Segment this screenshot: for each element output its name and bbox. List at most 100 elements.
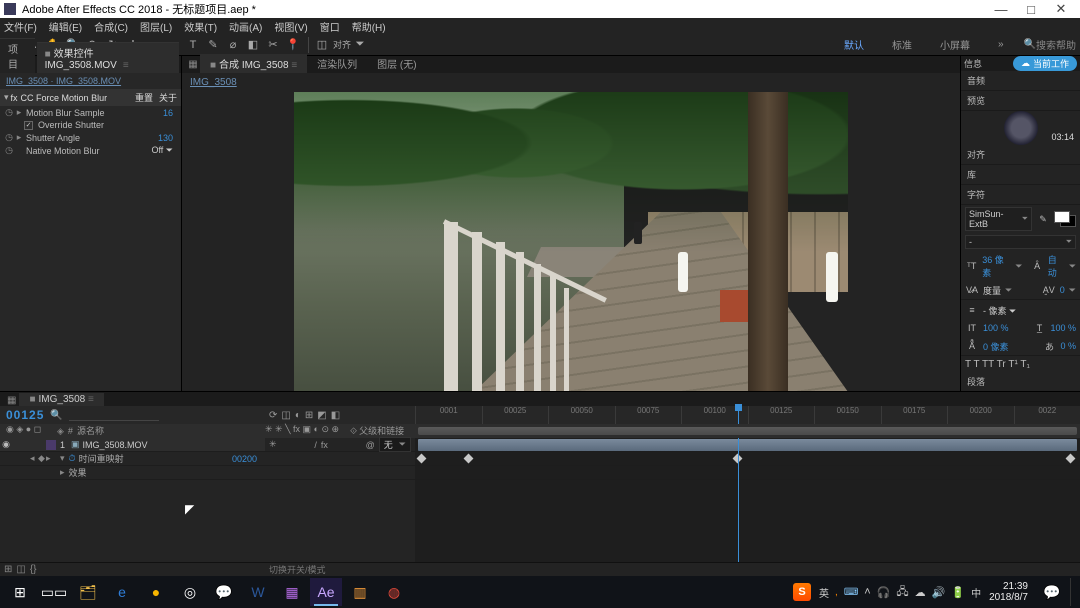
panel-icon[interactable]: ▦ bbox=[7, 395, 16, 406]
draft3d-icon[interactable]: ◩ bbox=[317, 410, 326, 421]
audio-label[interactable]: 音频 bbox=[961, 71, 1080, 91]
layer-search-input[interactable] bbox=[69, 410, 159, 421]
headphones-icon[interactable]: 🎧 bbox=[877, 586, 891, 599]
twirl-right-icon[interactable]: ▸ bbox=[14, 107, 24, 118]
menu-view[interactable]: 视图(V) bbox=[274, 19, 307, 34]
search-help-field[interactable]: 搜索帮助 bbox=[1036, 37, 1076, 52]
tracking-value[interactable]: 0 bbox=[1060, 285, 1065, 295]
leading-value[interactable]: 自动 bbox=[1048, 253, 1065, 279]
effect-controls-tab[interactable]: ■效果控件 IMG_3508.MOV≡ bbox=[37, 42, 179, 73]
stopwatch-icon[interactable]: ◷ bbox=[4, 132, 14, 143]
font-style-dropdown[interactable]: -⏷ bbox=[965, 235, 1076, 249]
panel-menu-icon[interactable]: ▦ bbox=[186, 59, 200, 73]
keyframe-icon[interactable] bbox=[1066, 454, 1076, 464]
volume-icon[interactable]: 🔊 bbox=[932, 586, 946, 599]
app3-icon[interactable]: ◍ bbox=[378, 578, 410, 606]
mbs-value[interactable]: 16 bbox=[163, 108, 173, 118]
taskbar-clock[interactable]: 21:39 2018/8/7 bbox=[989, 581, 1028, 603]
menu-help[interactable]: 帮助(H) bbox=[352, 19, 386, 34]
font-family-dropdown[interactable]: SimSun-ExtB⏷ bbox=[965, 207, 1032, 231]
snap-opts-icon[interactable]: ⏷ bbox=[351, 37, 369, 53]
graph-icon[interactable]: ⊞ bbox=[305, 410, 313, 421]
menu-edit[interactable]: 编辑(E) bbox=[49, 19, 82, 34]
ec-breadcrumb[interactable]: IMG_3508 · IMG_3508.MOV bbox=[0, 73, 181, 89]
time-ruler[interactable]: 0001000250005000075001000012500150001750… bbox=[415, 406, 1080, 424]
menu-window[interactable]: 窗口 bbox=[320, 19, 340, 34]
keyframe-icon[interactable] bbox=[417, 454, 427, 464]
layer-row[interactable]: ◉ 1 ▣ IMG_3508.MOV bbox=[0, 438, 265, 452]
source-name-header[interactable]: 源名称 bbox=[77, 426, 104, 436]
shutter-value[interactable]: 130 bbox=[158, 133, 173, 143]
motion-blur-icon[interactable]: ◐ bbox=[295, 410, 301, 421]
explorer-icon[interactable]: 🗂 bbox=[72, 578, 104, 606]
workspace-small[interactable]: 小屏幕 bbox=[940, 37, 970, 52]
preview-shuttle[interactable]: 03:14 bbox=[961, 111, 1080, 145]
app1-icon[interactable]: ● bbox=[140, 578, 172, 606]
workspace-default[interactable]: 默认 bbox=[844, 37, 864, 52]
pickwhip-icon[interactable]: @ bbox=[366, 440, 375, 450]
timeline-tab[interactable]: ■IMG_3508 ≡ bbox=[19, 393, 103, 406]
search-icon[interactable]: 🔍 bbox=[50, 410, 62, 421]
baseline-value[interactable]: 0 像素 bbox=[983, 340, 1009, 353]
kerning-value[interactable]: 度量 bbox=[983, 284, 1001, 297]
menu-anim[interactable]: 动画(A) bbox=[229, 19, 262, 34]
toggle-modes-icon[interactable]: ◫ bbox=[16, 564, 25, 575]
text-options[interactable]: T T TT Tr T¹ T₁ bbox=[961, 355, 1080, 372]
sogou-ime-icon[interactable]: S bbox=[793, 583, 811, 601]
comp-tab[interactable]: ■合成 IMG_3508 ≡ bbox=[200, 54, 307, 73]
info-label[interactable]: 信息 bbox=[964, 57, 982, 70]
time-remap-value[interactable]: 00200 bbox=[232, 454, 257, 464]
action-center-icon[interactable]: 💬 bbox=[1036, 578, 1068, 606]
effects-row[interactable]: ▸ 效果 bbox=[0, 466, 265, 480]
twirl-right-icon[interactable]: ▸ bbox=[14, 132, 24, 143]
add-key-icon[interactable]: ◆ bbox=[38, 453, 46, 464]
ime-indicator[interactable]: 中 bbox=[971, 585, 981, 600]
roto-tool-icon[interactable]: ✂ bbox=[264, 37, 282, 53]
library-label[interactable]: 库 bbox=[961, 165, 1080, 185]
toggle-in-out-icon[interactable]: {} bbox=[30, 564, 37, 575]
time-remap-row[interactable]: ◂ ◆ ▸ ▾ ⏱ 时间重映射 00200 bbox=[0, 452, 265, 466]
project-tab[interactable]: 项目 bbox=[0, 38, 35, 73]
onedrive-icon[interactable]: ☁ bbox=[915, 586, 926, 599]
twirl-down-icon[interactable]: ▾ bbox=[4, 92, 9, 103]
current-time-display[interactable]: 00125 bbox=[6, 408, 44, 422]
stopwatch-icon[interactable]: ◷ bbox=[4, 145, 14, 156]
eraser-tool-icon[interactable]: ◧ bbox=[244, 37, 262, 53]
search-icon[interactable]: 🔍 bbox=[1024, 39, 1036, 50]
aftereffects-icon[interactable]: Ae bbox=[310, 578, 342, 606]
workspace-standard[interactable]: 标准 bbox=[892, 37, 912, 52]
tray-overflow-icon[interactable]: ˄ bbox=[864, 586, 870, 598]
override-checkbox[interactable]: ✓ bbox=[24, 121, 33, 130]
stopwatch-icon[interactable]: ◷ bbox=[4, 107, 14, 118]
paragraph-label[interactable]: 段落 bbox=[961, 372, 1080, 392]
render-queue-tab[interactable]: 渲染队列 bbox=[307, 54, 367, 73]
parent-header[interactable]: 父级和链接 bbox=[359, 426, 404, 436]
layer-tab[interactable]: 图层 (无) bbox=[367, 54, 426, 73]
stopwatch-icon[interactable]: ⏱ bbox=[69, 453, 76, 464]
ime-mode[interactable]: ⌨ bbox=[844, 587, 858, 598]
menu-comp[interactable]: 合成(C) bbox=[94, 19, 128, 34]
keyframe-icon[interactable] bbox=[463, 454, 473, 464]
menu-icon[interactable]: ≡ bbox=[123, 60, 129, 71]
battery-icon[interactable]: 🔋 bbox=[951, 586, 965, 599]
tag-icon[interactable]: ◧ bbox=[331, 410, 340, 421]
menu-file[interactable]: 文件(F) bbox=[4, 19, 37, 34]
menu-layer[interactable]: 图层(L) bbox=[140, 19, 172, 34]
system-tray[interactable]: S 英 , ⌨ ˄ 🎧 🖧 ☁ 🔊 🔋 中 bbox=[793, 583, 981, 602]
cti-line[interactable] bbox=[738, 438, 739, 562]
video-toggle-icon[interactable]: ◉ bbox=[0, 439, 12, 450]
fx-header[interactable]: ▾ fx CC Force Motion Blur 重置 关于 bbox=[0, 89, 181, 106]
task-view-icon[interactable]: ▭▭ bbox=[38, 578, 70, 606]
work-area-bar[interactable] bbox=[418, 427, 1077, 435]
tsume-value[interactable]: 0 % bbox=[1060, 341, 1076, 351]
vscale-value[interactable]: 100 % bbox=[983, 323, 1009, 333]
network-icon[interactable]: 🖧 bbox=[896, 583, 908, 602]
workspace-more[interactable]: » bbox=[998, 39, 1004, 50]
maximize-button[interactable]: □ bbox=[1016, 2, 1046, 17]
composition-viewer[interactable] bbox=[182, 92, 960, 392]
snap-toggle[interactable]: ◫ bbox=[313, 37, 331, 53]
toggle-switches-icon[interactable]: ⊞ bbox=[4, 564, 12, 575]
layer-name[interactable]: IMG_3508.MOV bbox=[83, 440, 148, 450]
preview-label[interactable]: 预览 bbox=[961, 91, 1080, 111]
puppet-tool-icon[interactable]: 📍 bbox=[284, 37, 302, 53]
